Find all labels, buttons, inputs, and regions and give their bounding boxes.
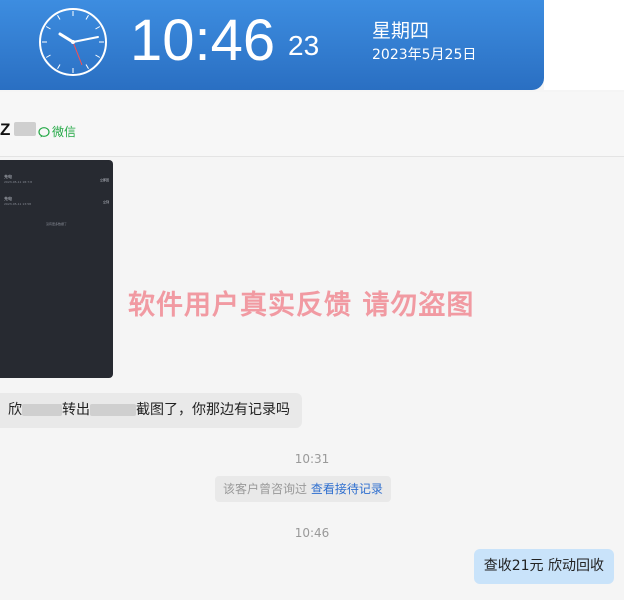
- redacted-blur: [90, 404, 136, 416]
- message-text: 欣: [8, 402, 22, 418]
- wechat-icon: [38, 126, 50, 137]
- system-notice: 该客户曾咨询过 查看接待记录: [215, 476, 391, 502]
- image-row-right: 立即回: [99, 178, 109, 182]
- image-row-sub: 2023-05-11 18:7:8: [4, 180, 33, 184]
- channel-tag: 微信: [38, 123, 76, 140]
- analog-clock-icon: [39, 8, 107, 76]
- contact-name[interactable]: Z: [0, 120, 10, 140]
- view-history-link[interactable]: 查看接待记录: [311, 482, 383, 496]
- system-notice-text: 该客户曾咨询过: [223, 482, 308, 496]
- chat-header: Z 微信: [0, 92, 624, 157]
- screenshot-image-message[interactable]: 充电 2023-05-11 18:7:8 立即回 充电 2023-05-11 1…: [0, 160, 113, 378]
- clock-time: 10:46: [130, 8, 276, 73]
- clock-date: 2023年5月25日: [372, 47, 477, 63]
- incoming-message-bubble[interactable]: 欣 转出 截图了，你那边有记录吗: [0, 393, 302, 428]
- redacted-blur: [22, 404, 62, 416]
- message-text: 截图了，你那边有记录吗: [136, 402, 290, 418]
- image-row-right: 立刻: [102, 200, 109, 204]
- clock-seconds: 23: [288, 30, 320, 61]
- image-row: 充电 2023-05-11 18:7:8: [4, 174, 32, 184]
- toolbar-area: [544, 0, 624, 90]
- image-row: 充电 2023-05-11 13:58: [4, 196, 31, 206]
- clock-weekday: 星期四: [372, 20, 430, 42]
- message-text: 转出: [62, 402, 90, 418]
- timestamp: 10:31: [294, 452, 330, 466]
- image-row-sub: 2023-05-11 13:58: [4, 202, 32, 206]
- watermark-text: 软件用户真实反馈 请勿盗图: [128, 290, 475, 321]
- outgoing-message-bubble[interactable]: 查收21元 欣动回收: [473, 549, 614, 584]
- channel-label: 微信: [52, 125, 77, 139]
- clock-banner: 10:46 23 星期四 2023年5月25日: [0, 0, 544, 90]
- image-footer: 没有更多数据了: [45, 222, 67, 226]
- timestamp: 10:46: [294, 526, 330, 540]
- contact-name-blur: [14, 122, 36, 136]
